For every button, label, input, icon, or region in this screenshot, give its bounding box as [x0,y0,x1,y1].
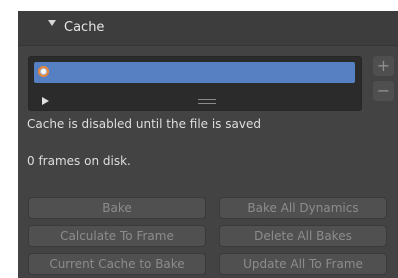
bake-all-dynamics-button[interactable]: Bake All Dynamics [219,197,387,219]
cache-panel: Cache + − Cache is disabled until the fi… [18,11,398,278]
calculate-to-frame-button[interactable]: Calculate To Frame [28,225,206,247]
update-all-to-frame-button[interactable]: Update All To Frame [219,253,387,275]
frames-on-disk-info: 0 frames on disk. [27,154,131,168]
remove-cache-button[interactable]: − [373,81,394,101]
bake-button[interactable]: Bake [28,197,206,219]
cache-panel-header[interactable]: Cache [18,11,398,46]
delete-all-bakes-button[interactable]: Delete All Bakes [219,225,387,247]
cache-list[interactable] [28,56,362,111]
collapse-arrow-icon[interactable] [48,20,56,26]
cache-disabled-note: Cache is disabled until the file is save… [27,117,261,131]
current-cache-to-bake-button[interactable]: Current Cache to Bake [28,253,206,275]
expand-filter-triangle-icon[interactable] [42,97,49,105]
add-cache-button[interactable]: + [373,56,394,76]
panel-title: Cache [64,20,105,35]
cache-list-item-selected[interactable] [34,62,355,83]
list-resize-grip[interactable] [198,99,216,104]
cache-icon [38,66,49,77]
